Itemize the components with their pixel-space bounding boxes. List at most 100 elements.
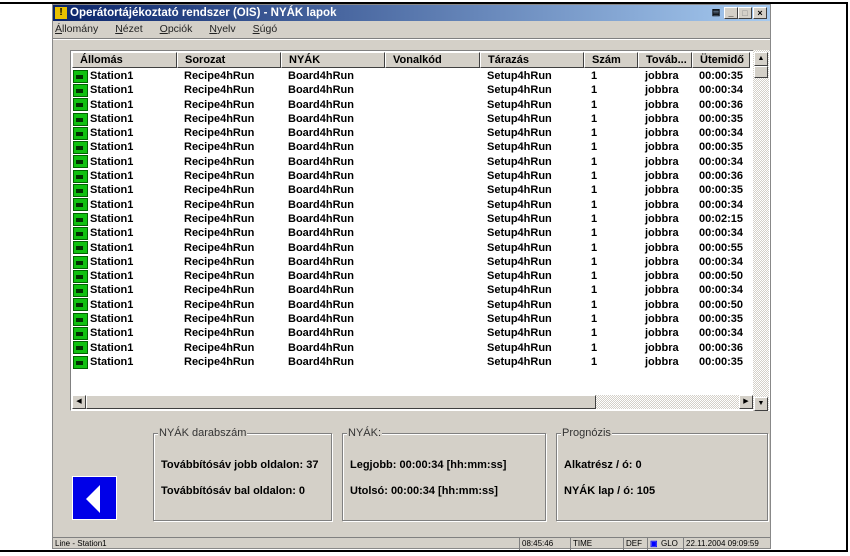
- vertical-scrollbar[interactable]: ▲ ▼: [753, 50, 769, 411]
- column-header[interactable]: NYÁK: [281, 52, 385, 68]
- menu-options[interactable]: Opciók: [160, 22, 202, 36]
- station-name: Station1: [90, 341, 134, 354]
- table-cell: Board4hRun: [288, 227, 354, 240]
- table-row[interactable]: Station1 Recipe4hRun Board4hRun Setup4hRun 1…: [72, 255, 750, 269]
- table-row[interactable]: Station1 Recipe4hRun Board4hRun Setup4hRun 1…: [72, 212, 750, 226]
- table-row[interactable]: Station1 Recipe4hRun Board4hRun Setup4hRun 1…: [72, 312, 750, 326]
- table-cell: Board4hRun: [288, 255, 354, 268]
- table-cell: Board4hRun: [288, 170, 354, 183]
- table-cell: Board4hRun: [288, 155, 354, 168]
- menu-view[interactable]: Nézet: [115, 22, 151, 36]
- table-row[interactable]: Station1 Recipe4hRun Board4hRun Setup4hRun 1…: [72, 326, 750, 340]
- table-cell: jobbra: [645, 155, 679, 168]
- table-cell: Station1: [72, 298, 177, 312]
- table-cell: Recipe4hRun: [184, 241, 255, 254]
- restore-icon[interactable]: ▤: [709, 7, 723, 19]
- horizontal-scroll-track[interactable]: [596, 395, 739, 409]
- scroll-right-button[interactable]: ▶: [739, 395, 753, 409]
- table-row[interactable]: Station1 Recipe4hRun Board4hRun Setup4hRun 1…: [72, 69, 750, 83]
- scroll-left-button[interactable]: ◀: [72, 395, 86, 409]
- scroll-down-button[interactable]: ▼: [754, 397, 768, 411]
- status-def: DEF: [623, 538, 642, 550]
- table-cell: Station1: [72, 198, 177, 212]
- list-header: Állomás Sorozat NYÁK Vonalkód Tárazás Szám Tov…: [72, 52, 750, 68]
- vertical-scroll-thumb[interactable]: [754, 66, 768, 78]
- horizontal-scroll-thumb[interactable]: [86, 395, 596, 409]
- menu-help[interactable]: Súgó: [253, 22, 287, 36]
- table-row[interactable]: Station1 Recipe4hRun Board4hRun Setup4hRun 1…: [72, 283, 750, 298]
- table-cell: Station1: [72, 155, 177, 169]
- table-cell: Station1: [72, 269, 177, 283]
- table-row[interactable]: Station1 Recipe4hRun Board4hRun Setup4hRun 1…: [72, 83, 750, 97]
- table-cell: jobbra: [645, 241, 679, 254]
- table-cell: jobbra: [645, 255, 679, 268]
- table-cell: Board4hRun: [288, 284, 354, 297]
- table-cell: [385, 83, 480, 97]
- column-header[interactable]: Állomás: [72, 52, 177, 68]
- table-cell: 1: [591, 127, 598, 140]
- column-header[interactable]: Szám: [584, 52, 638, 68]
- table-cell: Board4hRun: [288, 70, 354, 82]
- table-cell: 1: [591, 184, 598, 197]
- table-cell: [385, 355, 480, 369]
- back-button[interactable]: [72, 476, 117, 520]
- table-cell: 1: [591, 112, 598, 125]
- table-row[interactable]: Station1 Recipe4hRun Board4hRun Setup4hRun 1…: [72, 269, 750, 283]
- horizontal-scrollbar[interactable]: ◀ ▶: [72, 395, 753, 409]
- table-row[interactable]: Station1 Recipe4hRun Board4hRun Setup4hRun 1…: [72, 140, 750, 155]
- table-cell: jobbra: [645, 98, 679, 111]
- maximize-button[interactable]: □: [738, 7, 752, 19]
- table-row[interactable]: Station1 Recipe4hRun Board4hRun Setup4hRun 1…: [72, 112, 750, 126]
- app-icon: !: [55, 7, 67, 19]
- table-cell: 00:00:55: [699, 241, 744, 254]
- table-cell: 1: [591, 198, 598, 211]
- table-cell: Recipe4hRun: [184, 127, 255, 140]
- table-row[interactable]: Station1 Recipe4hRun Board4hRun Setup4hRun 1…: [72, 298, 750, 312]
- table-cell: 00:00:34: [699, 284, 744, 297]
- table-cell: 1: [591, 155, 598, 168]
- table-cell: Board4hRun: [288, 212, 354, 225]
- table-row[interactable]: Station1 Recipe4hRun Board4hRun Setup4hRun 1…: [72, 183, 750, 198]
- table-cell: Setup4hRun: [487, 212, 552, 225]
- table-cell: Setup4hRun: [487, 241, 552, 254]
- table-cell: Station1: [72, 326, 177, 340]
- group-pcb-times: NYÁK: Legjobb: 00:00:34 [hh:mm:ss] Utols…: [342, 427, 546, 521]
- column-header[interactable]: Sorozat: [177, 52, 281, 68]
- minimize-button[interactable]: _: [724, 7, 738, 19]
- menu-file[interactable]: Állomány: [55, 22, 107, 36]
- pcb-list[interactable]: Állomás Sorozat NYÁK Vonalkód Tárazás Szám Tov…: [70, 50, 770, 411]
- table-row[interactable]: Station1 Recipe4hRun Board4hRun Setup4hRun 1…: [72, 126, 750, 140]
- table-cell: 1: [591, 298, 598, 311]
- menu-language[interactable]: Nyelv: [209, 22, 244, 36]
- column-header[interactable]: Továb...: [638, 52, 692, 68]
- table-cell: Setup4hRun: [487, 341, 552, 354]
- column-header[interactable]: Tárazás: [480, 52, 584, 68]
- table-cell: Setup4hRun: [487, 184, 552, 197]
- column-header[interactable]: Vonalkód: [385, 52, 480, 68]
- close-button[interactable]: ×: [753, 7, 767, 19]
- table-cell: [385, 98, 480, 112]
- station-name: Station1: [90, 313, 134, 326]
- status-mode: TIME: [570, 538, 592, 550]
- table-cell: 00:00:34: [699, 84, 744, 97]
- table-row[interactable]: Station1 Recipe4hRun Board4hRun Setup4hRun 1…: [72, 341, 750, 355]
- table-row[interactable]: Station1 Recipe4hRun Board4hRun Setup4hRun 1…: [72, 198, 750, 212]
- table-cell: 00:00:34: [699, 198, 744, 211]
- table-cell: [385, 269, 480, 283]
- station-name: Station1: [90, 184, 134, 197]
- table-cell: jobbra: [645, 341, 679, 354]
- station-name: Station1: [90, 355, 134, 368]
- column-header[interactable]: Ütemidő: [692, 52, 750, 68]
- table-cell: Station1: [72, 255, 177, 269]
- table-row[interactable]: Station1 Recipe4hRun Board4hRun Setup4hRun 1…: [72, 241, 750, 255]
- table-row[interactable]: Station1 Recipe4hRun Board4hRun Setup4hRun 1…: [72, 98, 750, 112]
- table-cell: Station1: [72, 312, 177, 326]
- conveyor-left-count: Továbbítósáv bal oldalon: 0: [161, 485, 306, 497]
- table-cell: Setup4hRun: [487, 298, 552, 311]
- table-row[interactable]: Station1 Recipe4hRun Board4hRun Setup4hRun 1…: [72, 355, 750, 369]
- table-row[interactable]: Station1 Recipe4hRun Board4hRun Setup4hRun 1…: [72, 169, 750, 183]
- scroll-up-button[interactable]: ▲: [754, 52, 768, 66]
- table-row[interactable]: Station1 Recipe4hRun Board4hRun Setup4hRun 1…: [72, 226, 750, 240]
- table-row[interactable]: Station1 Recipe4hRun Board4hRun Setup4hRun 1…: [72, 155, 750, 169]
- table-cell: 1: [591, 341, 598, 354]
